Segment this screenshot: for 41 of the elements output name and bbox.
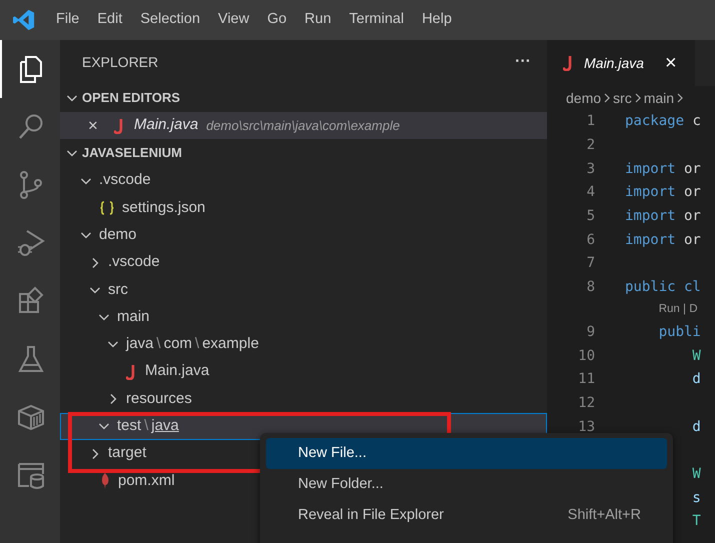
tree-label: pom.xml — [118, 470, 175, 491]
line-number: 9 — [586, 322, 595, 342]
code-text: import or — [625, 183, 701, 202]
line-number: 10 — [577, 346, 595, 366]
line-number: 8 — [586, 278, 595, 298]
tree-label: settings.json — [122, 198, 206, 218]
line-number: 11 — [577, 370, 595, 390]
code-text: import or — [625, 230, 701, 250]
code-text: public cl — [625, 278, 701, 298]
line-number: 12 — [577, 394, 595, 413]
shortcut-text: Shift+Alt+R — [568, 506, 641, 525]
code-text: package c — [625, 112, 701, 132]
tree-label: target — [108, 443, 146, 464]
tree-label: java \ com \ example — [126, 334, 259, 354]
panel-title: EXPLORER — [82, 52, 158, 72]
code-text: s — [691, 488, 701, 508]
tree-label: demo — [99, 224, 137, 245]
line-number: 3 — [586, 160, 595, 179]
file-path: demo\src\main\java\com\example — [206, 116, 400, 135]
tree-label: Main.java — [145, 361, 210, 382]
code-text: publi — [658, 322, 701, 342]
line-number: 4 — [586, 183, 595, 202]
line-number: 7 — [586, 254, 595, 274]
line-number: 1 — [586, 112, 595, 132]
tree-label: main — [117, 306, 150, 327]
code-text: import or — [625, 160, 701, 179]
line-number: 5 — [586, 207, 595, 226]
code-text: d — [691, 418, 701, 437]
code-text: import or — [625, 207, 701, 226]
line-number: 6 — [586, 230, 595, 250]
code-text: W — [691, 464, 701, 484]
tree-label: src — [108, 280, 128, 300]
line-number: 13 — [577, 418, 595, 437]
tree-label: resources — [126, 388, 192, 409]
tree-label: test \ java — [117, 416, 179, 436]
code-text: W — [691, 346, 701, 366]
line-number: 2 — [586, 136, 595, 156]
tree-label: .vscode — [108, 252, 160, 272]
file-name: Main.java — [134, 115, 198, 136]
code-text: d — [691, 370, 701, 390]
tree-label: .vscode — [99, 170, 151, 190]
